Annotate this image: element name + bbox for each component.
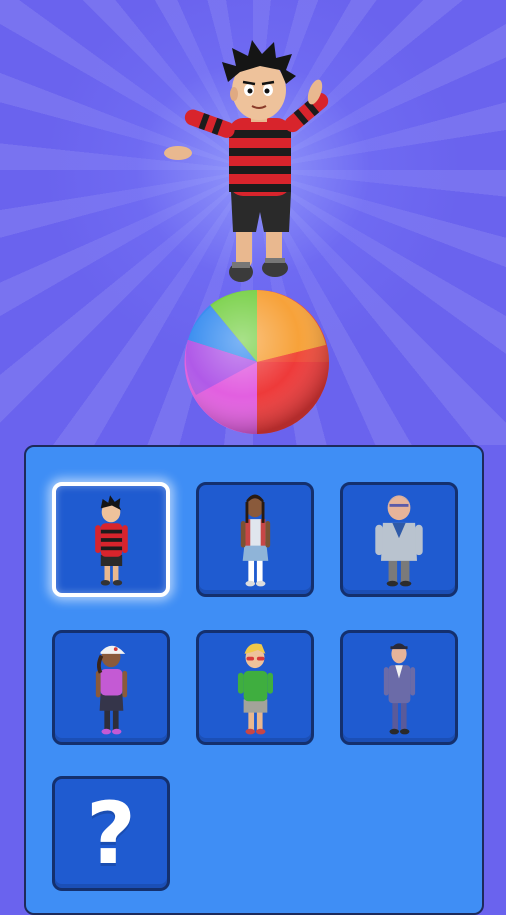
hero-stage [0, 0, 506, 445]
boy-striped-character-icon [95, 495, 128, 586]
question-mark-icon: ? [86, 783, 136, 884]
girl-cap-character-icon [95, 645, 128, 735]
girl-braids-character-icon [240, 494, 271, 587]
character-slot-girl-cap[interactable] [52, 630, 170, 745]
character-select-panel: ? [24, 445, 484, 915]
hero-scene [164, 40, 329, 435]
character-slot-old-man[interactable] [340, 482, 458, 597]
boy-green-character-icon [237, 643, 274, 735]
man-purple-character-icon [383, 643, 416, 735]
character-slot-boy-striped[interactable] [52, 482, 170, 597]
hero-character [164, 40, 329, 282]
old-man-character-icon [375, 495, 423, 587]
character-slot-mystery[interactable]: ? [52, 776, 170, 891]
character-slot-girl-braids[interactable] [196, 482, 314, 597]
beach-ball-icon [184, 289, 329, 435]
character-slot-boy-green[interactable] [196, 630, 314, 745]
character-slot-man-purple[interactable] [340, 630, 458, 745]
